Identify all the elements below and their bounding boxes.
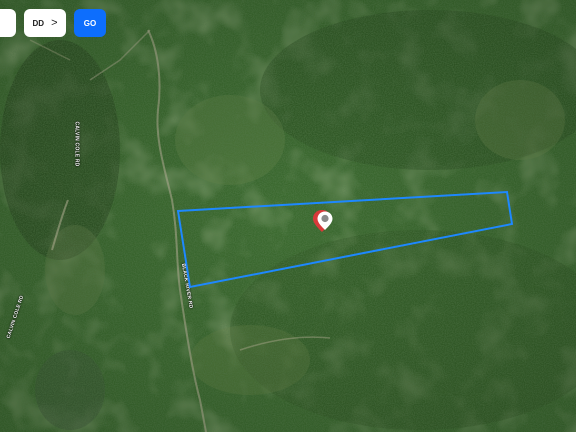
format-label: DD xyxy=(32,18,45,28)
chevron-right-icon: > xyxy=(51,16,58,29)
location-pin-icon[interactable] xyxy=(311,208,335,234)
road-label-calvin-cole-north: CALVIN COLE RD xyxy=(73,121,80,167)
satellite-imagery xyxy=(0,0,576,432)
go-button[interactable]: GO xyxy=(74,9,106,37)
coordinate-input[interactable] xyxy=(0,9,16,37)
format-dropdown-button[interactable]: DD > xyxy=(24,9,66,37)
map-view[interactable]: CALVIN COLE RD CALVIN COLE RD BLACK RIVE… xyxy=(0,0,576,432)
map-toolbar: DD > GO xyxy=(0,9,106,37)
